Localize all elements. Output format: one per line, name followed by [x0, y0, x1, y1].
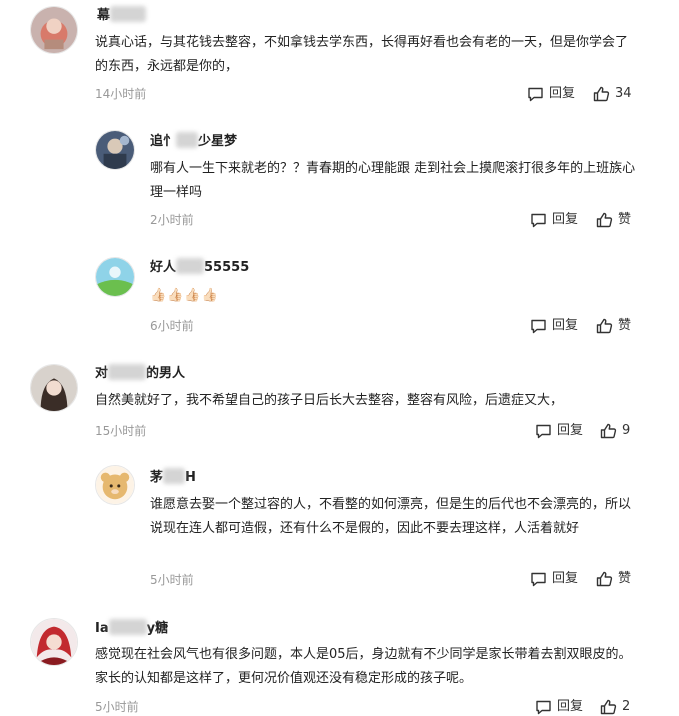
timestamp: 6小时前	[150, 319, 194, 333]
reply-button[interactable]: 回复	[530, 211, 578, 229]
comment-text: 说真心话，与其花钱去整容，不如拿钱去学东西，长得再好看也会有老的一天，但是你学会…	[95, 35, 629, 74]
emoji-text: 👍🏻👍🏻👍🏻👍🏻	[150, 288, 219, 303]
like-button[interactable]: 赞	[596, 570, 631, 588]
like-count: 2	[622, 699, 631, 714]
avatar[interactable]	[95, 257, 135, 297]
reply-label: 回复	[549, 86, 576, 101]
like-button[interactable]: 34	[593, 85, 632, 103]
username-text: H	[185, 470, 196, 485]
like-button[interactable]: 9	[600, 422, 630, 440]
avatar[interactable]	[30, 364, 78, 412]
username[interactable]: Ia y糖	[95, 619, 168, 638]
avatar[interactable]	[95, 130, 135, 170]
comment-bubble-icon	[531, 319, 546, 334]
comment-bubble-icon	[528, 87, 543, 102]
avatar[interactable]	[30, 618, 78, 666]
like-label: 赞	[618, 318, 632, 333]
thumbs-up-icon	[596, 571, 613, 587]
username-redaction	[163, 468, 186, 484]
timestamp: 5小时前	[95, 700, 139, 714]
thumbs-up-icon	[596, 318, 613, 334]
reply-label: 回复	[552, 318, 579, 333]
like-count: 34	[615, 86, 632, 101]
like-button[interactable]: 赞	[596, 317, 631, 335]
avatar[interactable]	[95, 465, 135, 505]
reply-label: 回复	[552, 212, 579, 227]
username-text: y糖	[146, 621, 169, 636]
username-text: 的男人	[146, 366, 186, 381]
like-label: 赞	[618, 212, 632, 227]
like-button[interactable]: 赞	[596, 211, 631, 229]
like-count: 9	[622, 423, 631, 438]
timestamp: 14小时前	[95, 87, 147, 101]
username[interactable]: 茅H	[150, 468, 196, 487]
username-text: 茅	[150, 470, 164, 485]
thumbs-up-icon	[600, 699, 617, 715]
username-text: Ia	[95, 621, 109, 636]
reply-button[interactable]: 回复	[535, 422, 583, 440]
username-text: 55555	[204, 260, 250, 275]
thumbs-up-icon	[600, 423, 617, 439]
username-redaction	[176, 258, 205, 274]
thumbs-up-icon	[593, 86, 610, 102]
comment-bubble-icon	[536, 424, 551, 439]
username-redaction	[108, 364, 147, 380]
reply-button[interactable]: 回复	[527, 85, 575, 103]
username-text: 对	[95, 366, 109, 381]
comment-text: 哪有人一生下来就老的？？青春期的心理能跟 走到社会上摸爬滚打很多年的上班族心理一…	[150, 161, 636, 200]
thumbs-up-icon	[596, 212, 613, 228]
timestamp: 5小时前	[150, 573, 194, 587]
username-redaction	[108, 619, 147, 635]
username[interactable]: 对 的男人	[95, 364, 185, 383]
reply-label: 回复	[557, 699, 584, 714]
reply-button[interactable]: 回复	[530, 570, 578, 588]
username-redaction	[110, 6, 147, 22]
comment-text: 自然美就好了，我不希望自己的孩子日后长大去整容，整容有风险，后遗症又大，	[95, 393, 564, 408]
comment-text: 谁愿意去娶一个整过容的人，不看整的如何漂亮，但是生的后代也不会漂亮的，所以说现在…	[150, 497, 632, 536]
reply-label: 回复	[552, 571, 579, 586]
avatar[interactable]	[30, 6, 78, 54]
reply-button[interactable]: 回复	[530, 317, 578, 335]
reply-button[interactable]: 回复	[535, 698, 583, 716]
timestamp: 15小时前	[95, 424, 147, 438]
comment-bubble-icon	[531, 213, 546, 228]
username-redaction	[176, 132, 199, 148]
username-text: 少星梦	[198, 134, 238, 149]
reply-label: 回复	[557, 423, 584, 438]
username[interactable]: 追忄 少星梦	[150, 132, 237, 151]
username-text: 追忄	[150, 134, 177, 149]
comment-bubble-icon	[531, 572, 546, 587]
like-button[interactable]: 2	[600, 698, 630, 716]
username-text: 好人	[150, 260, 177, 275]
comment-bubble-icon	[536, 700, 551, 715]
comment-text: 感觉现在社会风气也有很多问题，本人是05后，身边就有不少同学是家长带着去割双眼皮…	[95, 647, 632, 686]
username[interactable]: 好人 55555	[150, 258, 249, 277]
username[interactable]: 幕	[97, 6, 147, 25]
username-text: 幕	[97, 8, 111, 23]
like-label: 赞	[618, 571, 632, 586]
timestamp: 2小时前	[150, 213, 194, 227]
